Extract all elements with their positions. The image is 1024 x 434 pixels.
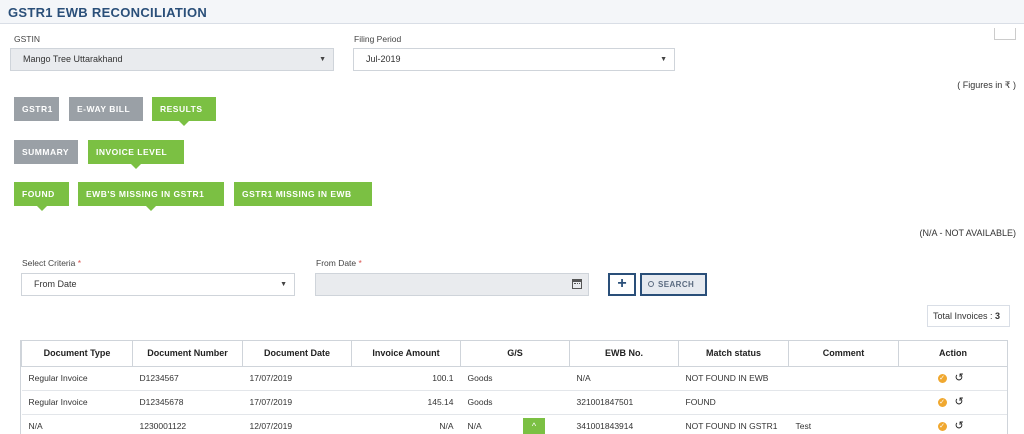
add-criteria-button[interactable]: + <box>608 273 636 296</box>
search-button[interactable]: SEARCH <box>640 273 707 296</box>
check-circle-icon[interactable]: ✓ <box>937 422 947 432</box>
collapse-toggle-button[interactable] <box>994 28 1016 40</box>
cell-ewb-no: 321001847501 <box>569 390 679 415</box>
tab-eway-bill[interactable]: E-WAY BILL <box>69 97 143 121</box>
undo-icon[interactable]: ↺ <box>955 397 964 408</box>
col-document-type[interactable]: Document Type <box>21 341 133 367</box>
col-action: Action <box>898 341 1007 367</box>
cell-comment: Test <box>788 414 899 434</box>
scroll-to-top-button[interactable]: ^ <box>523 418 545 434</box>
tab-gstr1[interactable]: GSTR1 <box>14 97 59 121</box>
table-row: Regular Invoice D1234567 17/07/2019 100.… <box>21 366 1007 391</box>
cell-invoice-amount: N/A <box>351 414 461 434</box>
from-date-label: From Date * <box>316 258 362 268</box>
na-legend-note: (N/A - NOT AVAILABLE) <box>919 228 1016 238</box>
figures-note: ( Figures in ₹ ) <box>957 80 1016 90</box>
chevron-up-icon: ^ <box>531 421 537 431</box>
tab-gstr1-missing-in-ewb[interactable]: GSTR1 MISSING IN EWB <box>234 182 372 206</box>
col-invoice-amount[interactable]: Invoice Amount <box>351 341 461 367</box>
filing-period-value: Jul-2019 <box>366 54 401 64</box>
calendar-icon[interactable] <box>572 279 582 289</box>
cell-document-date: 17/07/2019 <box>242 366 352 391</box>
table-row: Regular Invoice D12345678 17/07/2019 145… <box>21 390 1007 415</box>
cell-invoice-amount: 145.14 <box>351 390 461 415</box>
tab-results[interactable]: RESULTS <box>152 97 216 126</box>
required-mark: * <box>77 258 82 268</box>
tab-found[interactable]: FOUND <box>14 182 69 211</box>
cell-comment <box>788 366 899 391</box>
search-button-label: SEARCH <box>658 280 695 289</box>
table-row: N/A 1230001122 12/07/2019 N/A N/A 341001… <box>21 414 1007 434</box>
cell-document-type: Regular Invoice <box>21 366 133 391</box>
caret-down-icon: ▼ <box>319 56 326 63</box>
cell-document-type: N/A <box>21 414 133 434</box>
total-invoices-label: Total Invoices : <box>933 311 993 321</box>
col-document-number[interactable]: Document Number <box>132 341 243 367</box>
cell-match-status: FOUND <box>678 390 789 415</box>
col-document-date[interactable]: Document Date <box>242 341 352 367</box>
page-header: GSTR1 EWB RECONCILIATION <box>0 0 1024 24</box>
cell-goods-services: Goods <box>460 390 570 415</box>
col-ewb-no[interactable]: EWB No. <box>569 341 679 367</box>
cell-document-number: D12345678 <box>132 390 243 415</box>
check-circle-icon[interactable]: ✓ <box>937 374 947 384</box>
invoice-table: Document Type Document Number Document D… <box>20 340 1008 434</box>
cell-goods-services: Goods <box>460 366 570 391</box>
table-header-row: Document Type Document Number Document D… <box>21 341 1007 367</box>
criteria-select[interactable]: From Date ▼ <box>21 273 295 296</box>
caret-down-icon: ▼ <box>280 281 287 288</box>
total-invoices: Total Invoices : 3 <box>927 305 1010 327</box>
from-date-input[interactable] <box>315 273 589 296</box>
page-title: GSTR1 EWB RECONCILIATION <box>8 5 208 20</box>
cell-goods-services: N/A <box>460 414 570 434</box>
gstin-value: Mango Tree Uttarakhand <box>23 54 123 64</box>
criteria-value: From Date <box>34 279 77 289</box>
cell-action: ✓ ↺ <box>898 366 1007 391</box>
col-goods-services[interactable]: G/S <box>460 341 570 367</box>
cell-document-number: D1234567 <box>132 366 243 391</box>
gstin-select[interactable]: Mango Tree Uttarakhand ▼ <box>10 48 334 71</box>
gstin-label: GSTIN <box>14 34 40 44</box>
cell-document-type: Regular Invoice <box>21 390 133 415</box>
filing-period-label: Filing Period <box>354 34 402 44</box>
required-mark: * <box>358 258 362 268</box>
cell-action: ✓ ↺ <box>898 414 1007 434</box>
col-comment[interactable]: Comment <box>788 341 899 367</box>
check-circle-icon[interactable]: ✓ <box>937 398 947 408</box>
cell-ewb-no: N/A <box>569 366 679 391</box>
cell-document-number: 1230001122 <box>132 414 243 434</box>
select-criteria-label: Select Criteria * <box>22 258 82 268</box>
caret-down-icon: ▼ <box>660 56 667 63</box>
cell-ewb-no: 341001843914 <box>569 414 679 434</box>
filing-period-select[interactable]: Jul-2019 ▼ <box>353 48 675 71</box>
cell-action: ✓ ↺ <box>898 390 1007 415</box>
tab-invoice-level[interactable]: INVOICE LEVEL <box>88 140 184 169</box>
cell-match-status: NOT FOUND IN GSTR1 <box>678 414 789 434</box>
cell-document-date: 17/07/2019 <box>242 390 352 415</box>
magnifier-icon <box>648 281 654 287</box>
undo-icon[interactable]: ↺ <box>955 373 964 384</box>
cell-comment <box>788 390 899 415</box>
tab-summary[interactable]: SUMMARY <box>14 140 78 164</box>
undo-icon[interactable]: ↺ <box>955 421 964 432</box>
cell-match-status: NOT FOUND IN EWB <box>678 366 789 391</box>
tab-ewb-missing-in-gstr1[interactable]: EWB'S MISSING IN GSTR1 <box>78 182 224 211</box>
total-invoices-count: 3 <box>995 311 1001 321</box>
col-match-status[interactable]: Match status <box>678 341 789 367</box>
cell-document-date: 12/07/2019 <box>242 414 352 434</box>
cell-invoice-amount: 100.1 <box>351 366 461 391</box>
